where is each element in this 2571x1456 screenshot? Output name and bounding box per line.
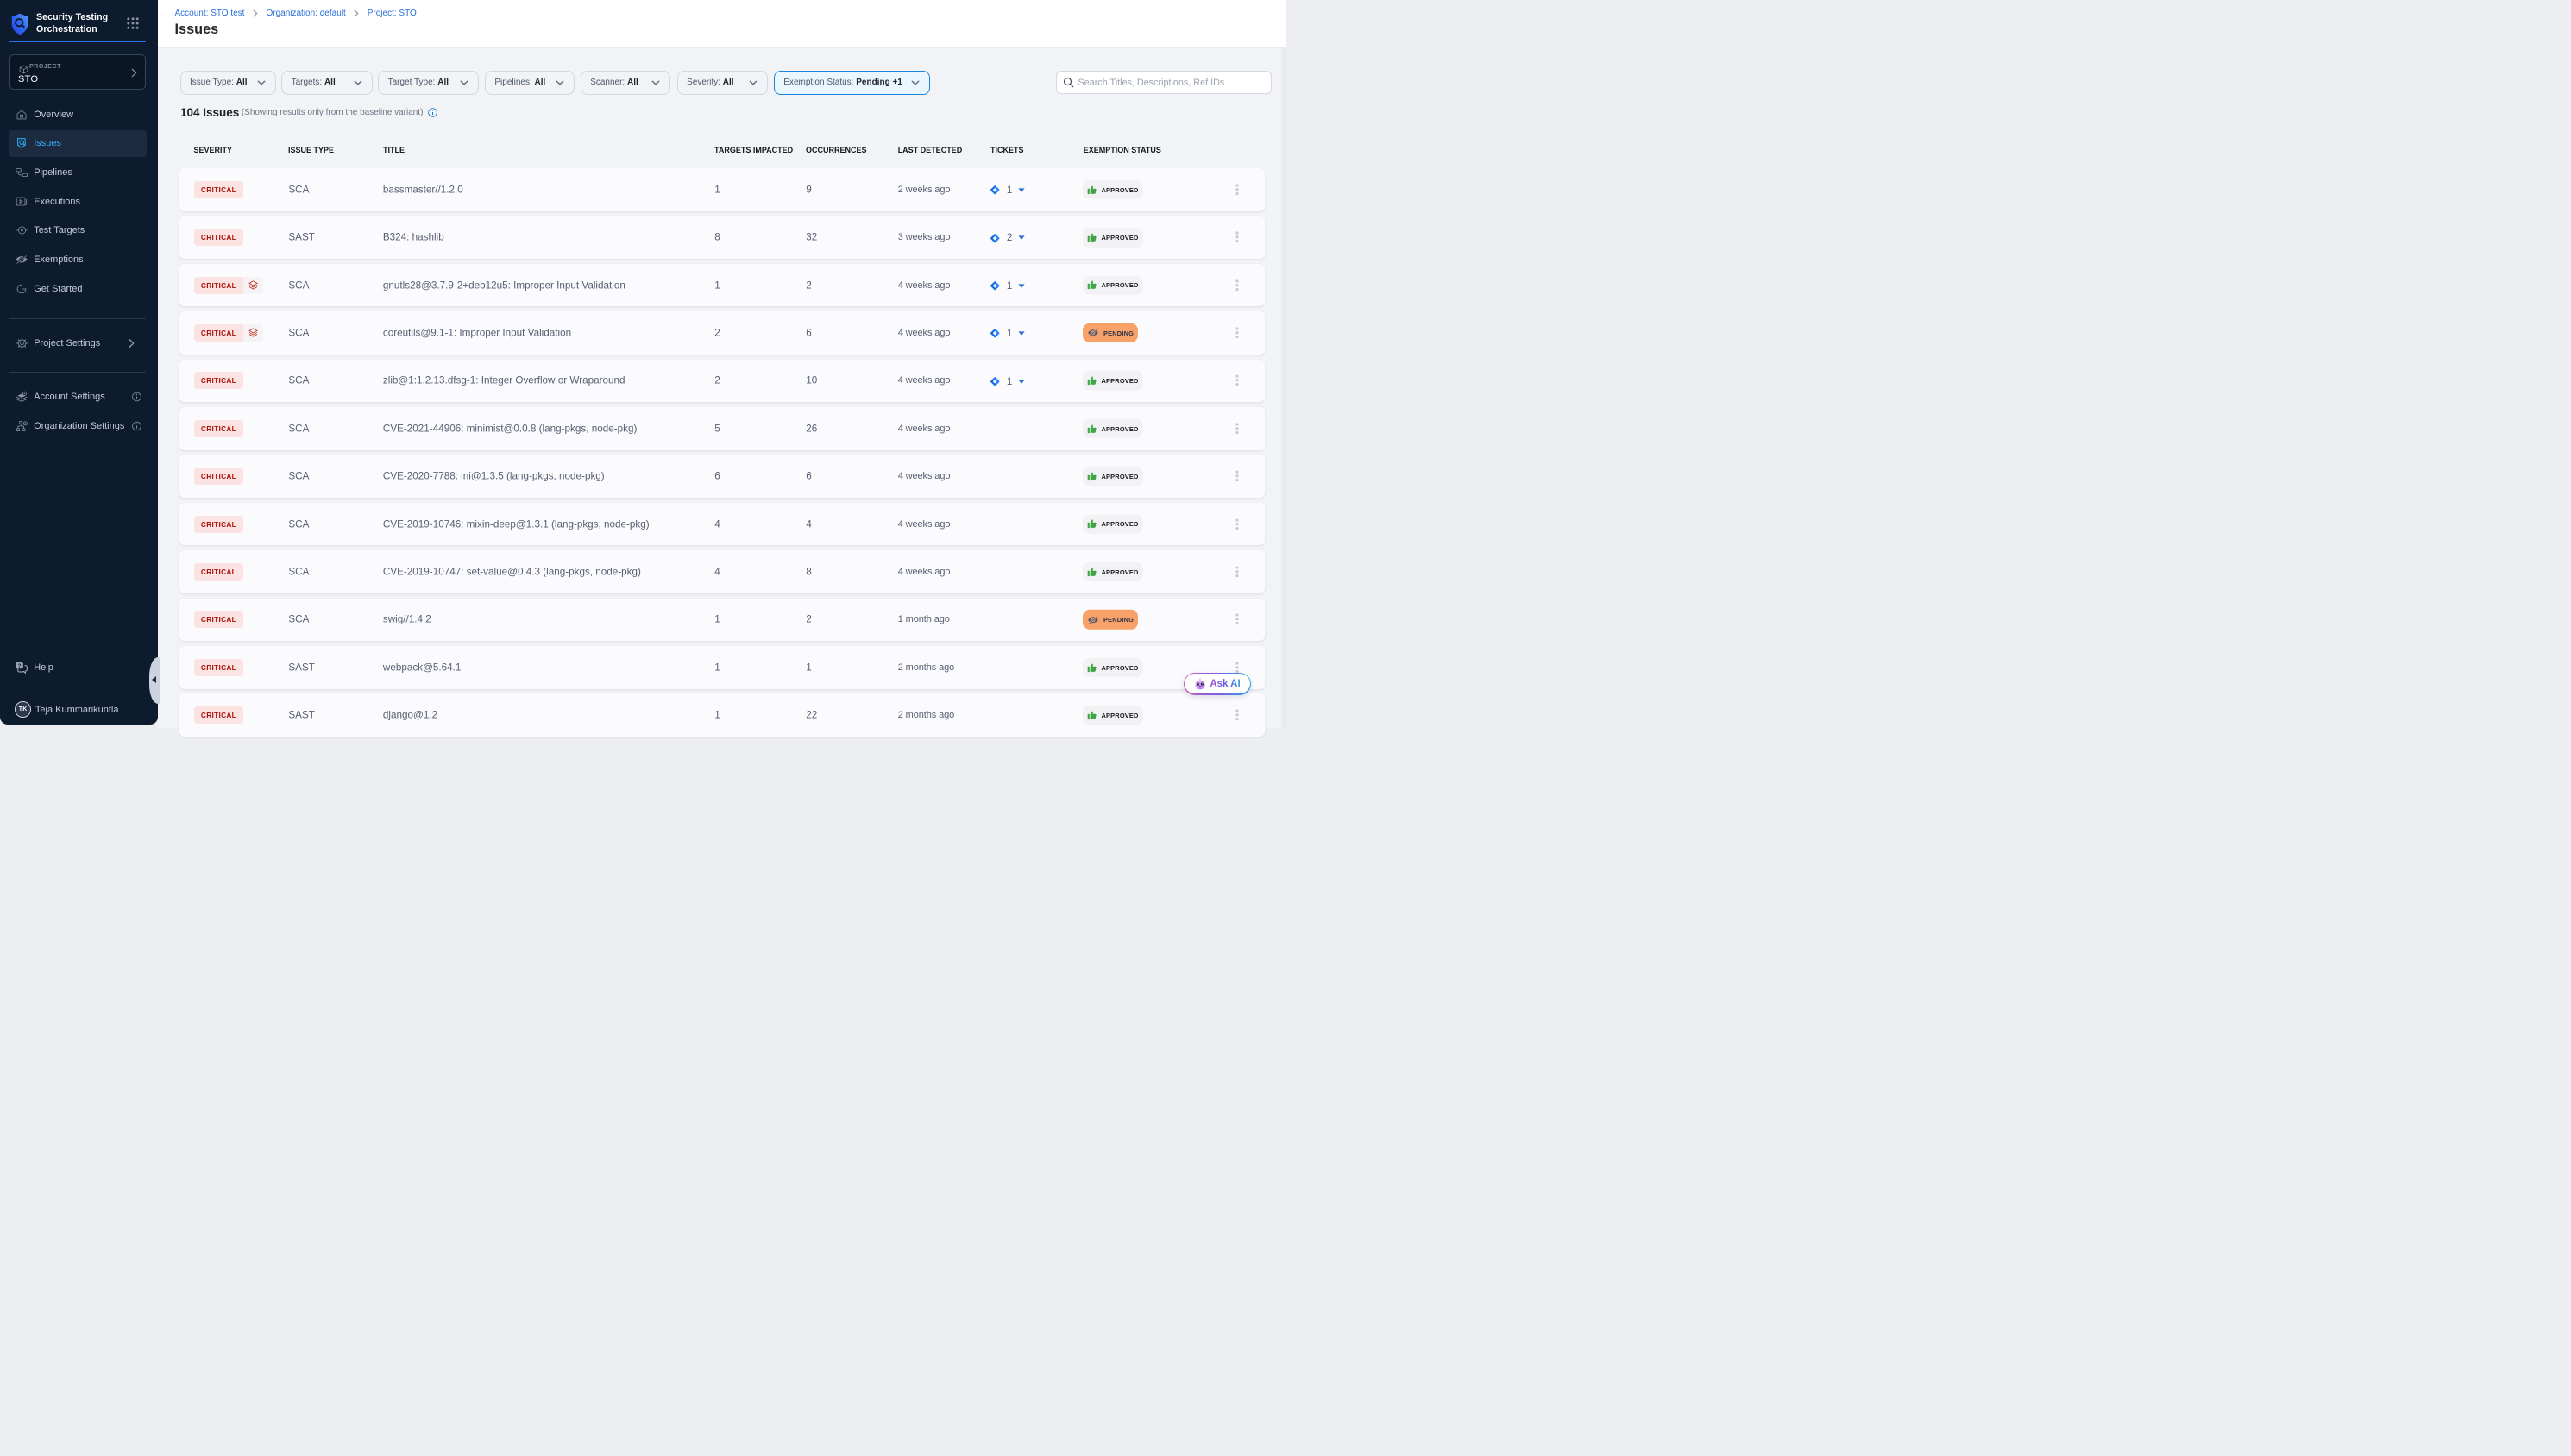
svg-text:?: ?	[18, 663, 22, 668]
